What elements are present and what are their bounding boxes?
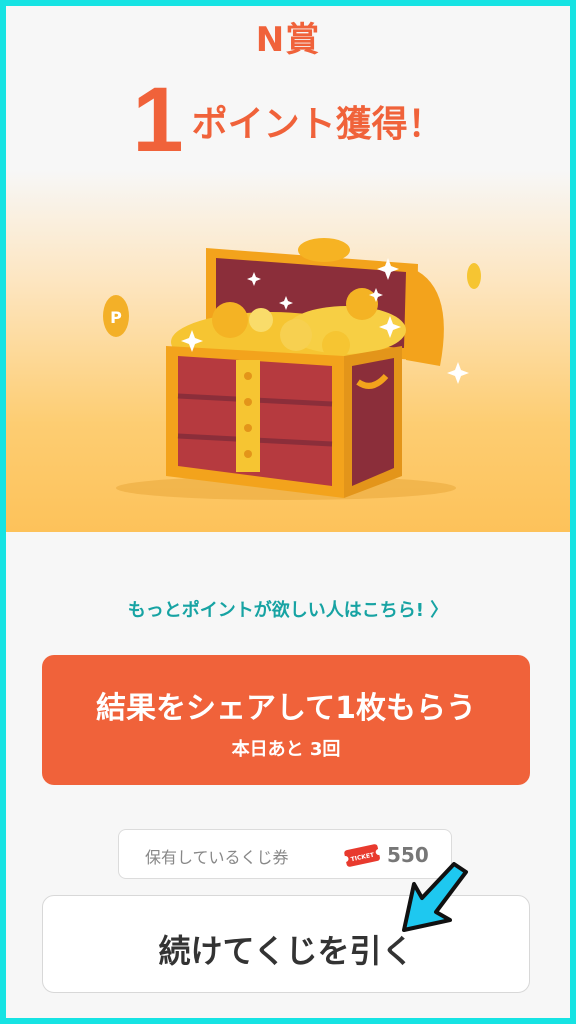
prize-title: N賞 — [255, 20, 321, 60]
share-result-button[interactable]: 結果をシェアして1枚もらう 本日あと 3回 — [42, 655, 530, 785]
more-points-link[interactable]: もっとポイントが欲しい人はこちら! 〉 — [0, 596, 576, 622]
share-remaining-count: 本日あと 3回 — [231, 739, 341, 760]
pointer-arrow-icon — [402, 862, 468, 932]
points-award: 1 ポイント獲得！ — [0, 68, 576, 173]
coin-letter: P — [110, 308, 122, 327]
points-number: 1 — [132, 69, 184, 171]
share-button-label: 結果をシェアして1枚もらう — [96, 691, 476, 726]
treasure-chest-icon: P — [103, 238, 481, 500]
treasure-chest-illustration: P — [6, 170, 570, 532]
ticket-balance-label: 保有しているくじ券 — [145, 848, 289, 867]
ticket-icon: TICKET — [343, 844, 381, 867]
points-label: ポイント獲得！ — [191, 103, 444, 145]
